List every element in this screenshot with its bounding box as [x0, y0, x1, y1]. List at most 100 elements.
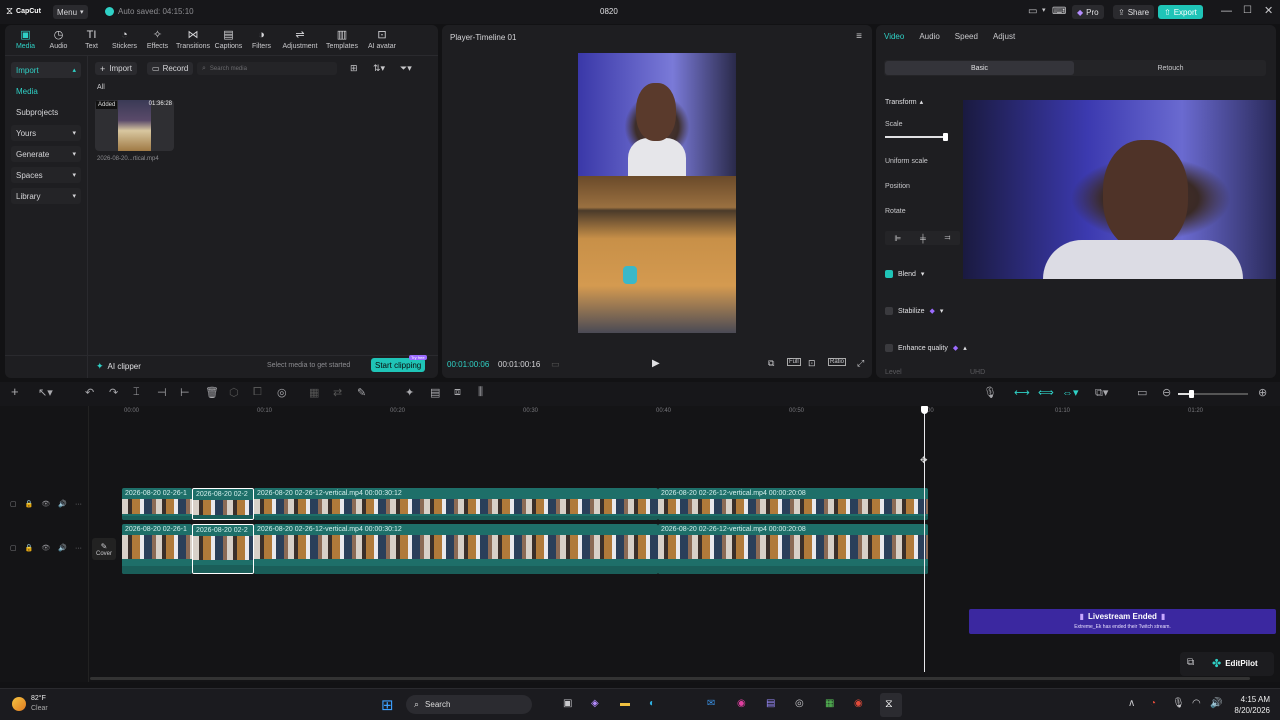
tool-text[interactable]: TI Text	[75, 29, 108, 50]
play-icon[interactable]: ▶	[652, 358, 660, 369]
tray-app-icon[interactable]: ◔	[1150, 698, 1156, 709]
full-button[interactable]: Full	[787, 358, 801, 366]
tool-templates[interactable]: ▥ Templates	[322, 28, 362, 50]
speaker-icon[interactable]: 🔊	[58, 500, 67, 508]
redo-icon[interactable]: ↷	[109, 386, 118, 399]
livestream-notification[interactable]: ▮ Livestream Ended ▮ Extreme_Ek has ended …	[969, 609, 1276, 634]
wifi-icon[interactable]: ◠	[1192, 698, 1201, 709]
transform-header[interactable]: Transform ▴	[885, 98, 923, 107]
subtab-retouch[interactable]: Retouch	[1076, 61, 1265, 75]
ratio-button[interactable]: Ratio	[828, 358, 847, 366]
enhance-section[interactable]: Enhance quality ◆ ▴	[885, 344, 967, 352]
filter-icon[interactable]: ⏷▾	[400, 63, 412, 74]
sidebar-item-spaces[interactable]: Spaces ▾	[11, 167, 81, 183]
chrome-icon[interactable]: ◉	[854, 698, 863, 709]
export-button[interactable]: ⇧ Export	[1158, 5, 1203, 19]
maximize-icon[interactable]: ☐	[1243, 5, 1252, 16]
blend-section[interactable]: Blend ▾	[885, 270, 924, 278]
filter-all[interactable]: All	[97, 84, 105, 91]
timeline-clip[interactable]: 2026-08-20 02-26-12-vertical.mp4 00:00:2…	[658, 488, 928, 520]
split-right-icon[interactable]: ⊢	[180, 386, 190, 399]
enhance-checkbox[interactable]	[885, 344, 893, 352]
pro-button[interactable]: ◆ Pro	[1072, 5, 1104, 19]
player-menu-icon[interactable]: ≡	[856, 31, 862, 42]
close-icon[interactable]: ✕	[1264, 4, 1273, 17]
lock-icon[interactable]: 🔒	[25, 544, 34, 552]
align-center-icon[interactable]: ╪	[920, 234, 926, 243]
align-right-icon[interactable]: ⫤	[945, 233, 951, 243]
tool-transitions[interactable]: ⋈ Transitions	[174, 28, 212, 50]
more-icon[interactable]: ···	[75, 501, 82, 508]
editpilot-button[interactable]: ✤ EditPilot	[1212, 657, 1258, 670]
minimize-icon[interactable]: —	[1221, 5, 1232, 17]
sidebar-item-generate[interactable]: Generate ▾	[11, 146, 81, 162]
weather-widget[interactable]: 82°F Clear	[12, 694, 48, 714]
timeline-clip[interactable]: 2026-08-20 02-26-1	[122, 488, 192, 520]
edge-icon[interactable]: ◐	[649, 698, 655, 709]
menu-button[interactable]: Menu ▾	[53, 5, 88, 19]
sidebar-item-media[interactable]: Media	[11, 83, 81, 99]
search-input[interactable]: ⌕ Search media	[197, 62, 337, 75]
start-clipping-button[interactable]: Start clipping	[371, 358, 426, 372]
video-preview[interactable]	[578, 53, 736, 333]
cover-button[interactable]: ✎ Cover	[92, 538, 116, 560]
timeline-scrollbar[interactable]	[90, 677, 1250, 680]
sidebar-item-yours[interactable]: Yours ▾	[11, 125, 81, 141]
timecode-icon[interactable]: ▭	[551, 359, 560, 370]
scale-slider[interactable]	[885, 133, 948, 141]
stabilize-section[interactable]: Stabilize ◆ ▾	[885, 307, 943, 315]
timeline-clip[interactable]: 2026-08-20 02-26-12-vertical.mp4 00:00:3…	[254, 488, 658, 520]
split-icon[interactable]: ⌶	[133, 386, 140, 399]
sidebar-item-import[interactable]: Import ▴	[11, 62, 81, 78]
caption-toggle-icon[interactable]: ▭	[1137, 386, 1147, 399]
tool-audio[interactable]: ◷ Audio	[42, 28, 75, 50]
speaker-icon[interactable]: 🔊	[58, 544, 67, 552]
playhead[interactable]	[924, 406, 925, 672]
share-button[interactable]: ⇪ Share	[1113, 5, 1155, 19]
clock[interactable]: 4:15 AM 8/20/2026	[1222, 694, 1270, 716]
timeline-clip[interactable]: 2026-08-20 02-26-1	[122, 524, 192, 574]
zoom-in-icon[interactable]: ⊕	[1258, 386, 1267, 399]
delete-icon[interactable]: 🗑	[205, 386, 219, 399]
link-main-track-icon[interactable]: ⟷	[1014, 386, 1030, 399]
timeline-clip-selected[interactable]: 2026-08-20 02-2	[192, 488, 254, 520]
tab-video[interactable]: Video	[884, 32, 904, 41]
editpilot-toggle-icon[interactable]: ⧉	[1187, 657, 1194, 668]
caption-tool-icon[interactable]: ▤	[430, 386, 440, 399]
tab-speed[interactable]: Speed	[955, 32, 978, 41]
subtab-basic[interactable]: Basic	[885, 61, 1074, 75]
record-button[interactable]: ▭ Record	[147, 62, 194, 75]
layout-chevron-icon[interactable]: ▾	[1042, 6, 1046, 14]
sort-icon[interactable]: ⇅▾	[373, 63, 385, 74]
more-icon[interactable]: ···	[75, 545, 82, 552]
volume-icon[interactable]: 🔊	[1210, 698, 1222, 709]
magnet-icon[interactable]: ⟺	[1038, 386, 1054, 399]
undo-icon[interactable]: ↶	[85, 386, 94, 399]
track-toggle-icon[interactable]: ▢	[10, 544, 17, 552]
crop-icon[interactable]: ⧉	[768, 358, 774, 369]
eye-icon[interactable]: 👁	[41, 544, 50, 552]
timeline-clip[interactable]: 2026-08-20 02-26-12-vertical.mp4 00:00:3…	[254, 524, 658, 574]
add-track-icon[interactable]: +	[11, 384, 19, 399]
tab-audio[interactable]: Audio	[919, 32, 939, 41]
tool-stickers[interactable]: ◔ Stickers	[108, 29, 141, 50]
tool-filters[interactable]: ◑ Filters	[245, 29, 278, 50]
magic-icon[interactable]: ✦	[405, 386, 414, 399]
outlook-icon[interactable]: ✉	[707, 698, 715, 709]
fullscreen-icon[interactable]: ⤢	[857, 358, 864, 369]
select-tool-icon[interactable]: ↖▾	[38, 386, 53, 399]
shortcuts-icon[interactable]: ⌨	[1052, 6, 1066, 17]
ai-clipper[interactable]: ✦ AI clipper	[96, 361, 141, 372]
zoom-slider-handle[interactable]	[1189, 390, 1194, 398]
zoom-out-icon[interactable]: ⊖	[1162, 386, 1171, 399]
tool-effects[interactable]: ✧ Effects	[141, 28, 174, 50]
microphone-icon[interactable]: 🎙	[983, 386, 997, 399]
sidebar-item-library[interactable]: Library ▾	[11, 188, 81, 204]
preview-axis-icon[interactable]: ⧉▾	[1095, 386, 1108, 400]
scale-slider-handle[interactable]	[942, 133, 948, 141]
playhead-handle[interactable]	[921, 406, 928, 414]
link-clips-icon[interactable]: ⇔▾	[1062, 386, 1079, 399]
align-left-icon[interactable]: ⊫	[894, 234, 901, 243]
windows-start-icon[interactable]: ⊞	[381, 696, 394, 714]
timeline-clip-selected[interactable]: 2026-08-20 02-2	[192, 524, 254, 574]
